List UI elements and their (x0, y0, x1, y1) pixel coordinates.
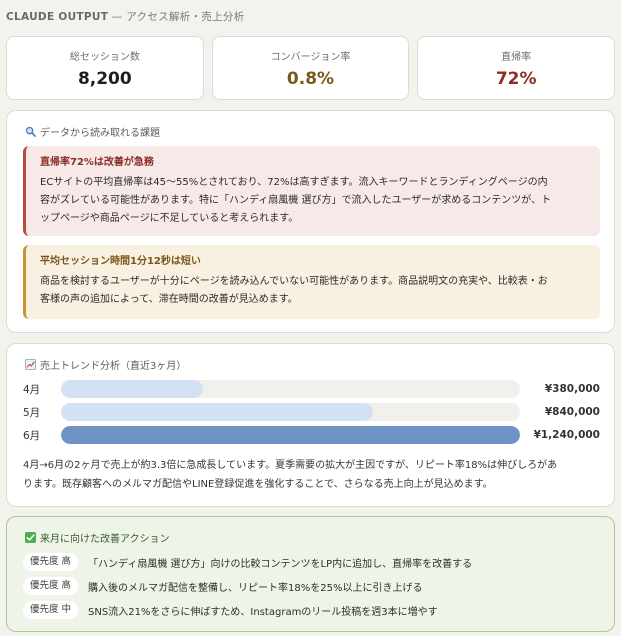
action-item: 優先度 高 購入後のメルマガ配信を整備し、リピート率18%を25%以上に引き上げ… (23, 577, 600, 595)
issues-card: データから読み取れる課題 直帰率72%は改善が急務 ECサイトの平均直帰率は45… (6, 110, 615, 333)
trend-amount: ¥380,000 (544, 383, 600, 395)
actions-title: 来月に向けた改善アクション (40, 534, 170, 545)
issue-line: ECサイトの平均直帰率は45〜55%とされており、72%は高すぎます。流入キーワ… (40, 177, 548, 188)
trend-bar-fill (61, 403, 374, 421)
trend-bar-row: 4月 ¥380,000 (23, 380, 600, 398)
issues-card-title: データから読み取れる課題 (25, 124, 160, 139)
issue-line: 商品を検討するユーザーが十分にページを読み込んでいない可能性があります。商品説明… (40, 276, 548, 287)
trend-line: ります。既存顧客へのメルマガ配信やLINE登録促進を強化することで、さらなる売上… (23, 479, 493, 490)
trend-bar-track (61, 403, 520, 421)
priority-badge: 優先度 中 (23, 601, 79, 619)
issues-title: データから読み取れる課題 (40, 128, 160, 139)
kpi-label: 直帰率 (501, 51, 532, 63)
issue-line: 容がズレている可能性があります。特に「ハンディ扇風機 選び方」で流入したユーザー… (40, 195, 552, 206)
trend-line: 4月→6月の2ヶ月で売上が約3.3倍に急成長しています。夏季需要の拡大が主因です… (23, 460, 558, 471)
kpi-card-bounce: 直帰率 72% (417, 36, 616, 100)
issue-line: ップページや商品ページに不足していると考えられます。 (40, 213, 299, 224)
action-text: 「ハンディ扇風機 選び方」向けの比較コンテンツをLP内に追加し、直帰率を改善する (88, 558, 473, 570)
trend-bar-fill (61, 380, 204, 398)
kpi-value: 8,200 (77, 68, 132, 89)
brand-label: CLAUDE OUTPUT (6, 11, 109, 23)
trend-bar-track (61, 380, 520, 398)
trend-month: 6月 (23, 429, 41, 442)
action-item: 優先度 中 SNS流入21%をさらに伸ばすため、Instagramのリール投稿を… (23, 601, 600, 619)
trend-card: 売上トレンド分析（直近3ヶ月） 4月 ¥380,000 5月 ¥840,000 … (6, 343, 615, 507)
magnifier-icon (25, 126, 36, 137)
kpi-value: 0.8% (286, 68, 335, 89)
trend-bar-row: 5月 ¥840,000 (23, 403, 600, 421)
trend-bar-track (61, 426, 520, 444)
trend-title: 売上トレンド分析（直近3ヶ月） (40, 361, 187, 372)
issue-line: 客様の声の追加によって、滞在時間の改善が見込めます。 (40, 294, 298, 305)
actions-card-title: 来月に向けた改善アクション (25, 530, 170, 545)
trend-amount: ¥1,240,000 (533, 429, 600, 441)
action-text: SNS流入21%をさらに伸ばすため、Instagramのリール投稿を週3本に増や… (88, 606, 438, 618)
issue-title: 直帰率72%は改善が急務 (40, 157, 154, 168)
trend-month: 4月 (23, 383, 41, 396)
kpi-value: 72% (495, 68, 537, 89)
chart-icon (25, 359, 36, 370)
action-item: 優先度 高 「ハンディ扇風機 選び方」向けの比較コンテンツをLP内に追加し、直帰… (23, 553, 600, 571)
priority-badge: 優先度 高 (23, 577, 79, 595)
trend-bar-fill (61, 426, 520, 444)
trend-card-title: 売上トレンド分析（直近3ヶ月） (25, 357, 186, 372)
actions-card: 来月に向けた改善アクション 優先度 高 「ハンディ扇風機 選び方」向けの比較コン… (6, 516, 615, 632)
priority-badge: 優先度 高 (23, 553, 79, 571)
check-icon (25, 532, 36, 543)
kpi-row: 総セッション数 8,200 コンバージョン率 0.8% 直帰率 72% (6, 36, 616, 100)
kpi-card-conversion: コンバージョン率 0.8% (211, 36, 410, 100)
trend-amount: ¥840,000 (544, 406, 600, 418)
trend-bar-row: 6月 ¥1,240,000 (23, 426, 600, 444)
issue-item-bounce: 直帰率72%は改善が急務 ECサイトの平均直帰率は45〜55%とされており、72… (23, 146, 600, 236)
issue-item-session-time: 平均セッション時間1分12秒は短い 商品を検討するユーザーが十分にページを読み込… (23, 245, 600, 319)
kpi-label: コンバージョン率 (270, 51, 351, 63)
kpi-label: 総セッション数 (69, 51, 140, 63)
issue-title: 平均セッション時間1分12秒は短い (40, 256, 201, 267)
kpi-card-sessions: 総セッション数 8,200 (6, 36, 204, 100)
trend-month: 5月 (23, 406, 41, 419)
trend-summary: 4月→6月の2ヶ月で売上が約3.3倍に急成長しています。夏季需要の拡大が主因です… (23, 456, 600, 494)
page-header: CLAUDE OUTPUT — アクセス解析・売上分析 (6, 9, 245, 24)
action-text: 購入後のメルマガ配信を整備し、リピート率18%を25%以上に引き上げる (88, 582, 423, 594)
header-subtitle: — アクセス解析・売上分析 (108, 11, 245, 23)
